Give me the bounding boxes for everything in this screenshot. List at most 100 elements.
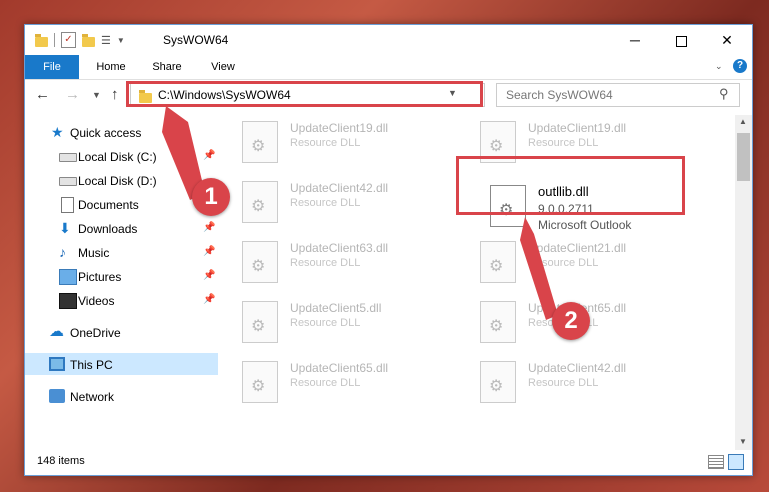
navigation-bar: ← → ▼ ↑ C:\Windows\SysWOW64 ▼ ↻ Search S… — [25, 80, 752, 112]
new-folder-icon[interactable] — [82, 33, 95, 47]
gear-icon: ⚙ — [489, 318, 504, 335]
step-2-badge: 2 — [552, 302, 590, 340]
sidebar-item-label: Videos — [78, 294, 115, 308]
sidebar-item-label: This PC — [70, 358, 113, 372]
file-name: UpdateClient5.dll — [290, 301, 382, 315]
sidebar-item-music[interactable]: ♪ Music 📌 — [25, 241, 218, 263]
this-pc-icon — [49, 357, 65, 371]
scroll-up-icon[interactable]: ▲ — [739, 117, 747, 126]
close-button[interactable]: ✕ — [704, 25, 750, 55]
gear-icon: ⚙ — [251, 258, 266, 275]
sidebar-item-local-disk-c[interactable]: Local Disk (C:) 📌 — [25, 145, 218, 167]
pin-icon[interactable]: 📌 — [203, 270, 215, 281]
gear-icon: ⚙ — [251, 198, 266, 215]
sidebar-item-this-pc[interactable]: This PC — [25, 353, 218, 375]
customize-toolbar-chevron-icon[interactable]: ▼ — [117, 36, 125, 45]
search-placeholder: Search SysWOW64 — [506, 88, 613, 102]
file-item[interactable]: ⚙ UpdateClient19.dll Resource DLL — [238, 117, 458, 167]
tab-share[interactable]: Share — [143, 55, 191, 79]
scroll-down-icon[interactable]: ▼ — [739, 437, 747, 446]
search-icon[interactable]: ⚲ — [719, 86, 729, 102]
network-icon — [49, 389, 65, 403]
file-type: Resource DLL — [290, 377, 361, 389]
search-input[interactable]: Search SysWOW64 ⚲ — [496, 83, 740, 107]
tab-view[interactable]: View — [199, 55, 247, 79]
dll-file-icon: ⚙ — [480, 301, 516, 343]
sidebar-item-label: Documents — [78, 198, 139, 212]
tab-home[interactable]: Home — [87, 55, 135, 79]
sidebar-item-local-disk-d[interactable]: Local Disk (D:) — [25, 169, 218, 191]
file-item[interactable]: ⚙ UpdateClient42.dll Resource DLL — [238, 177, 458, 227]
sidebar-item-label: Local Disk (D:) — [78, 174, 157, 188]
file-highlight-box — [456, 156, 685, 215]
gear-icon: ⚙ — [251, 318, 266, 335]
documents-icon — [61, 197, 74, 213]
file-item[interactable]: ⚙ UpdateClient21.dll Resource DLL — [476, 237, 696, 287]
file-name: UpdateClient19.dll — [290, 121, 389, 135]
toolbar-separator — [54, 33, 55, 47]
sidebar-item-quick-access[interactable]: ★ Quick access — [25, 121, 218, 143]
file-item[interactable]: ⚙ UpdateClient42.dll Resource DLL — [476, 357, 696, 407]
file-item[interactable]: ⚙ UpdateClient63.dll Resource DLL — [238, 237, 458, 287]
up-arrow-icon[interactable]: ↑ — [111, 86, 119, 103]
properties-check-icon[interactable]: ✓ — [61, 32, 76, 48]
sidebar-item-documents[interactable]: Documents — [25, 193, 218, 215]
sidebar-item-pictures[interactable]: Pictures 📌 — [25, 265, 218, 287]
vertical-scrollbar[interactable]: ▲ ▼ — [735, 115, 752, 450]
file-type: Resource DLL — [290, 197, 361, 209]
dll-file-icon: ⚙ — [242, 241, 278, 283]
dll-file-icon: ⚙ — [480, 241, 516, 283]
sidebar-item-onedrive[interactable]: ☁ OneDrive — [25, 321, 218, 343]
music-icon: ♪ — [59, 244, 66, 260]
gear-icon: ⚙ — [489, 258, 504, 275]
drive-icon — [59, 153, 77, 162]
pin-icon[interactable]: 📌 — [203, 294, 215, 305]
sidebar-item-label: Downloads — [78, 222, 138, 236]
file-type: Resource DLL — [290, 137, 361, 149]
customize-view-icon[interactable]: ☰ — [101, 34, 111, 47]
back-arrow-icon[interactable]: ← — [35, 86, 50, 103]
dll-file-icon: ⚙ — [480, 361, 516, 403]
quick-access-toolbar: ✓ ☰ ▼ — [35, 32, 125, 48]
file-type: Resource DLL — [528, 377, 599, 389]
sidebar-item-network[interactable]: Network — [25, 385, 218, 407]
status-bar: 148 items — [25, 450, 752, 475]
file-item[interactable]: ⚙ UpdateClient65.dll Resource DLL — [238, 357, 458, 407]
file-type: Resource DLL — [528, 137, 599, 149]
scrollbar-thumb[interactable] — [737, 133, 750, 181]
dll-file-icon: ⚙ — [242, 121, 278, 163]
folder-icon — [35, 33, 48, 47]
maximize-button[interactable] — [658, 25, 704, 55]
recent-locations-chevron-icon[interactable]: ▼ — [92, 90, 101, 100]
file-name: UpdateClient42.dll — [290, 181, 389, 195]
gear-icon: ⚙ — [489, 378, 504, 395]
file-name: UpdateClient21.dll — [528, 241, 627, 255]
sidebar-item-label: Music — [78, 246, 110, 260]
sidebar-item-label: Local Disk (C:) — [78, 150, 157, 164]
help-icon[interactable]: ? — [733, 59, 747, 73]
pin-icon[interactable]: 📌 — [203, 246, 215, 257]
file-item[interactable]: ⚙ UpdateClient5.dll Resource DLL — [238, 297, 458, 347]
pin-icon[interactable]: 📌 — [203, 222, 215, 233]
details-view-icon[interactable] — [708, 455, 724, 469]
file-type: Resource DLL — [528, 257, 599, 269]
expand-ribbon-chevron-icon[interactable]: ⌄ — [715, 61, 723, 72]
large-icons-view-icon[interactable] — [728, 454, 744, 470]
step-1-badge: 1 — [192, 178, 230, 216]
downloads-icon: ⬇ — [59, 220, 71, 236]
maximize-icon — [675, 35, 687, 47]
sidebar-item-label: Quick access — [70, 126, 142, 140]
file-company: Microsoft Outlook — [538, 218, 632, 232]
window-title: SysWOW64 — [163, 33, 229, 47]
onedrive-icon: ☁ — [49, 323, 64, 340]
forward-arrow-icon[interactable]: → — [65, 86, 80, 103]
sidebar-item-label: Pictures — [78, 270, 122, 284]
pin-icon[interactable]: 📌 — [203, 150, 215, 161]
sidebar-item-videos[interactable]: Videos 📌 — [25, 289, 218, 311]
file-name: UpdateClient42.dll — [528, 361, 627, 375]
ribbon-tabs: File Home Share View ⌄ ? — [25, 55, 752, 80]
minimize-button[interactable]: ─ — [612, 25, 658, 55]
tab-file[interactable]: File — [25, 55, 79, 79]
pictures-icon — [59, 269, 77, 285]
sidebar-item-downloads[interactable]: ⬇ Downloads 📌 — [25, 217, 218, 239]
